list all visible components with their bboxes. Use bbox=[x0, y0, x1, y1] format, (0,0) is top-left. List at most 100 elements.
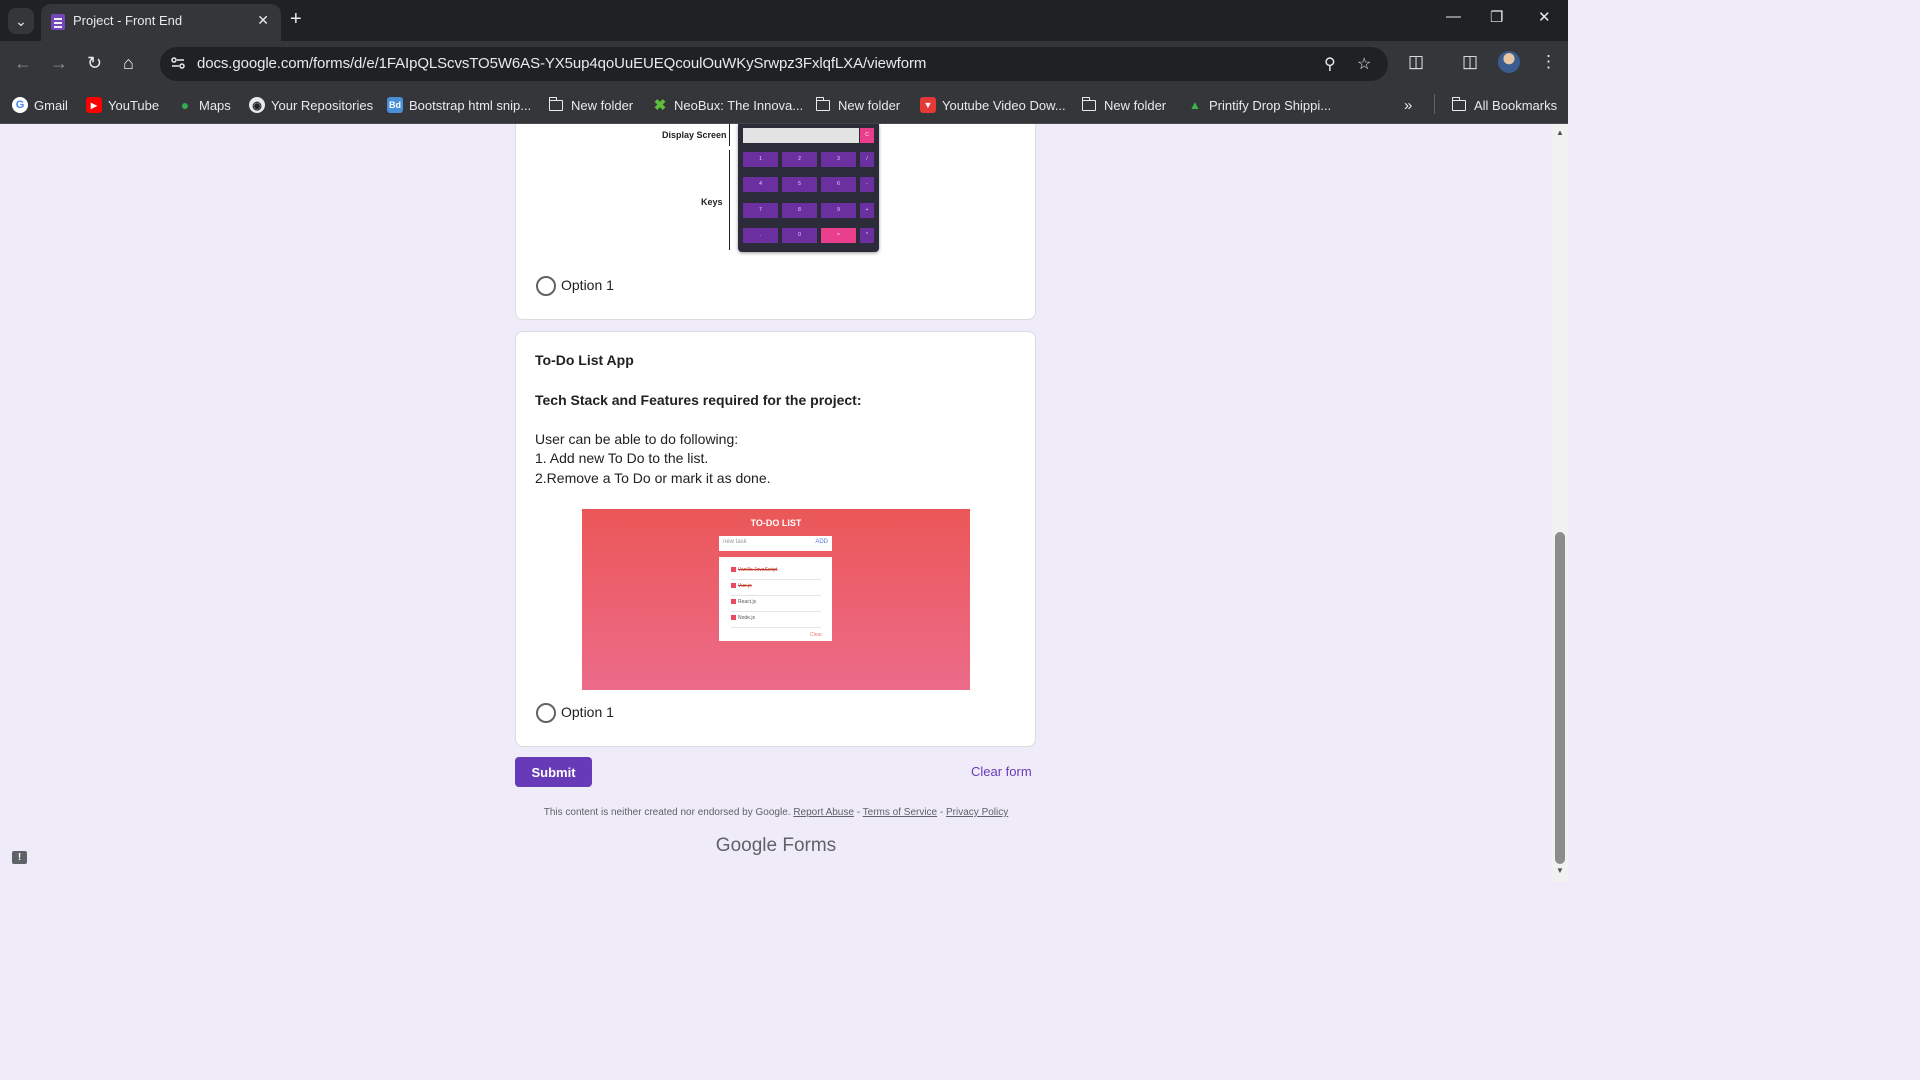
calculator-clear-key: C bbox=[860, 128, 874, 143]
back-icon[interactable]: ← bbox=[14, 53, 32, 73]
keys-label: Keys bbox=[701, 197, 723, 207]
calculator-key: 3 bbox=[821, 152, 856, 167]
privacy-link[interactable]: Privacy Policy bbox=[946, 807, 1008, 818]
address-bar[interactable]: docs.google.com/forms/d/e/1FAIpQLScvsTO5… bbox=[160, 47, 1388, 81]
tab-strip: ⌄ Project - Front End ✕ + — ❐ ✕ bbox=[0, 0, 1568, 41]
maps-icon: ● bbox=[180, 97, 190, 113]
browser-toolbar: ← → ↻ ⌂ docs.google.com/forms/d/e/1FAIpQ… bbox=[0, 41, 1568, 88]
folder-icon bbox=[1451, 96, 1466, 111]
bootstrap-icon: Bd bbox=[387, 97, 403, 113]
printify-icon: ▲ bbox=[1189, 98, 1201, 112]
todo-image-item-text: Vue.js bbox=[738, 583, 752, 589]
page-scrollbar[interactable]: ▲ ▼ bbox=[1552, 124, 1568, 882]
google-forms-logo[interactable]: Google Forms bbox=[0, 835, 1552, 857]
bookmark-label: Bootstrap html snip... bbox=[409, 97, 532, 113]
minimize-icon[interactable]: — bbox=[1446, 8, 1461, 25]
terms-link[interactable]: Terms of Service bbox=[863, 807, 937, 818]
all-bookmarks-label: All Bookmarks bbox=[1474, 97, 1558, 113]
todo-image-placeholder: new task bbox=[723, 539, 747, 545]
bookmark-label: YouTube bbox=[108, 97, 160, 113]
calculator-key: 5 bbox=[782, 177, 817, 192]
todo-image-input: new task ADD bbox=[719, 536, 832, 551]
bookmark-gmail[interactable]: G Gmail bbox=[12, 95, 68, 115]
bookmark-your-repositories[interactable]: ◉ Your Repositories bbox=[249, 95, 373, 115]
todo-image-item-text: Vanilla JavaScript bbox=[738, 567, 778, 573]
calculator-key: 8 bbox=[782, 203, 817, 218]
bookmarks-divider bbox=[1434, 94, 1435, 114]
scroll-thumb[interactable] bbox=[1555, 532, 1565, 864]
folder-icon bbox=[548, 96, 563, 111]
calculator-key: * bbox=[860, 228, 874, 243]
bookmark-label: New folder bbox=[1104, 97, 1167, 113]
bookmark-star-icon[interactable]: ☆ bbox=[1357, 54, 1371, 74]
folder-icon bbox=[1081, 96, 1096, 111]
more-bookmarks-icon[interactable]: » bbox=[1404, 95, 1412, 115]
option-label: Option 1 bbox=[561, 704, 614, 720]
bookmark-new-folder[interactable]: New folder bbox=[1081, 95, 1167, 115]
forward-icon[interactable]: → bbox=[50, 53, 68, 73]
bookmark-maps[interactable]: ● Maps bbox=[177, 95, 231, 115]
todo-image-item-text: React.js bbox=[738, 599, 757, 605]
bookmarks-bar: G Gmail ▶ YouTube ● Maps ◉ Your Reposito… bbox=[0, 88, 1568, 124]
bookmark-bootstrap[interactable]: Bd Bootstrap html snip... bbox=[387, 95, 531, 115]
todo-image-item-text: Node.js bbox=[738, 615, 755, 621]
calculator-key: 6 bbox=[821, 177, 856, 192]
brace-display bbox=[729, 124, 730, 146]
calculator-key: + bbox=[860, 203, 874, 218]
youtube-icon: ▶ bbox=[86, 97, 102, 113]
menu-kebab-icon[interactable]: ⋮ bbox=[1540, 52, 1557, 72]
home-icon[interactable]: ⌂ bbox=[123, 53, 134, 73]
checkbox-icon bbox=[731, 615, 736, 621]
option-radio[interactable] bbox=[536, 703, 556, 723]
bookmark-new-folder[interactable]: New folder bbox=[815, 95, 900, 115]
question-title: To-Do List App bbox=[535, 352, 634, 368]
question-subtitle: Tech Stack and Features required for the… bbox=[535, 392, 862, 408]
calculator-image: C 1 2 3 / 4 5 6 - 7 8 9 + . 0 = * bbox=[738, 124, 879, 252]
todo-image-item: Vanilla JavaScript bbox=[731, 567, 821, 580]
submit-button[interactable]: Submit bbox=[515, 757, 592, 787]
folder-icon bbox=[815, 96, 830, 111]
tab-project-front-end[interactable]: Project - Front End ✕ bbox=[41, 4, 281, 41]
bookmark-label: Youtube Video Dow... bbox=[942, 97, 1066, 113]
option-radio[interactable] bbox=[536, 276, 556, 296]
github-icon: ◉ bbox=[249, 97, 265, 113]
close-window-icon[interactable]: ✕ bbox=[1538, 8, 1551, 26]
scroll-down-icon[interactable]: ▼ bbox=[1556, 866, 1564, 875]
feedback-icon[interactable]: ! bbox=[12, 851, 27, 864]
google-icon: G bbox=[12, 97, 28, 113]
all-bookmarks[interactable]: All Bookmarks bbox=[1451, 95, 1558, 115]
question-intro: User can be able to do following: bbox=[535, 431, 739, 447]
bookmark-label: Printify Drop Shippi... bbox=[1209, 97, 1332, 113]
side-panel-icon[interactable]: ◫ bbox=[1462, 52, 1478, 72]
restore-icon[interactable]: ❐ bbox=[1490, 8, 1503, 26]
brand-forms: Forms bbox=[782, 835, 837, 856]
calculator-key: = bbox=[821, 228, 856, 243]
profile-avatar[interactable] bbox=[1498, 51, 1520, 73]
bookmark-label: New folder bbox=[571, 97, 634, 113]
todo-image-item: Node.js bbox=[731, 615, 821, 628]
brace-keys bbox=[729, 150, 730, 250]
bookmark-label: NeoBux: The Innova... bbox=[674, 97, 804, 113]
calculator-key: 1 bbox=[743, 152, 778, 167]
tab-search-icon[interactable]: ⌄ bbox=[8, 8, 34, 34]
option-label: Option 1 bbox=[561, 277, 614, 293]
bookmark-youtube[interactable]: ▶ YouTube bbox=[86, 95, 159, 115]
scroll-up-icon[interactable]: ▲ bbox=[1556, 128, 1564, 137]
extensions-icon[interactable]: ◫ bbox=[1408, 52, 1424, 72]
bookmark-printify[interactable]: ▲ Printify Drop Shippi... bbox=[1187, 95, 1331, 115]
bookmark-neobux[interactable]: ✖ NeoBux: The Innova... bbox=[652, 95, 803, 115]
bookmark-new-folder[interactable]: New folder bbox=[548, 95, 634, 115]
clear-form-button[interactable]: Clear form bbox=[971, 764, 1032, 779]
display-screen-label: Display Screen bbox=[662, 130, 727, 140]
calculator-key: . bbox=[743, 228, 778, 243]
new-tab-icon[interactable]: + bbox=[290, 8, 302, 30]
bookmark-youtube-video-downloader[interactable]: ▼ Youtube Video Dow... bbox=[920, 95, 1066, 115]
reload-icon[interactable]: ↻ bbox=[87, 53, 102, 73]
zoom-icon[interactable]: ⚲ bbox=[1324, 54, 1336, 74]
tab-title: Project - Front End bbox=[73, 13, 183, 28]
report-abuse-link[interactable]: Report Abuse bbox=[793, 807, 854, 818]
tab-close-icon[interactable]: ✕ bbox=[257, 12, 269, 29]
calculator-display bbox=[743, 128, 859, 143]
site-info-icon[interactable] bbox=[170, 55, 186, 71]
url-text: docs.google.com/forms/d/e/1FAIpQLScvsTO5… bbox=[197, 55, 927, 72]
